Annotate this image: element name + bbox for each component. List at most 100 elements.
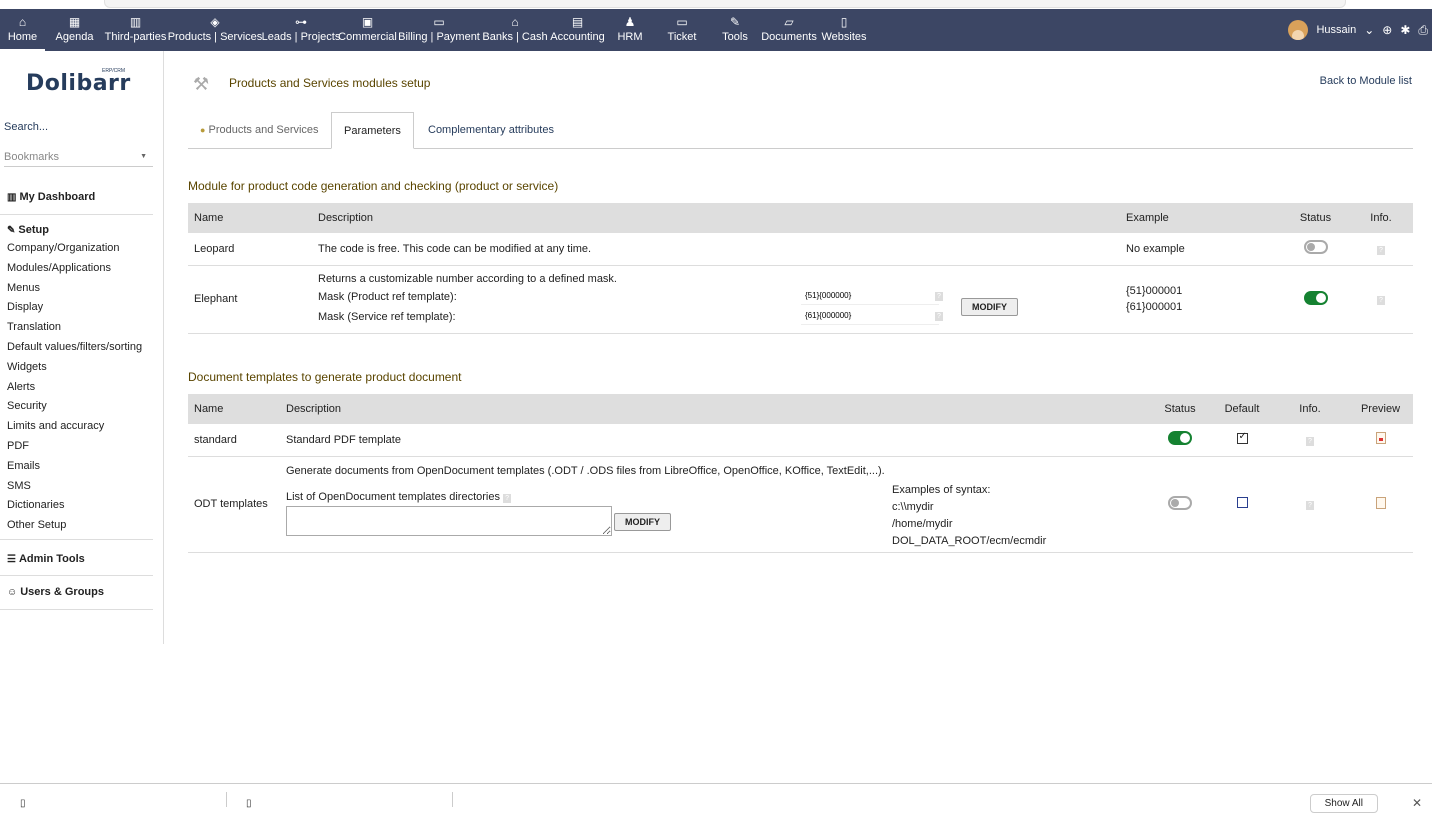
money-check-icon: ▤ xyxy=(571,15,584,29)
info-icon[interactable]: ? xyxy=(1377,296,1385,305)
row-name: ODT templates xyxy=(188,456,280,553)
print-icon[interactable]: ⎙ xyxy=(1418,23,1428,38)
my-dashboard-link[interactable]: ▥ My Dashboard xyxy=(0,191,153,203)
help-icon[interactable]: ? xyxy=(935,311,943,321)
row-description-cell: Returns a customizable number according … xyxy=(312,265,1120,334)
sidebar-item-pdf[interactable]: PDF xyxy=(0,437,153,457)
sidebar-item-emails[interactable]: Emails xyxy=(0,457,153,477)
nav-item-leads-projects[interactable]: ⊶ Leads | Projects xyxy=(262,9,341,51)
chevron-down-icon[interactable]: ⌄ xyxy=(1364,23,1374,37)
table-row: Elephant Returns a customizable number a… xyxy=(188,265,1413,334)
avatar[interactable] xyxy=(1288,20,1309,40)
nav-item-hrm[interactable]: ♟ HRM xyxy=(607,9,653,51)
bookmarks-select[interactable]: Bookmarks ▼ xyxy=(4,151,153,167)
nav-item-ticket[interactable]: ▭ Ticket xyxy=(653,9,711,51)
odt-directories-textarea[interactable] xyxy=(286,505,612,536)
users-groups-label: Users & Groups xyxy=(20,586,104,598)
row-description: Returns a customizable number according … xyxy=(318,272,617,285)
sidebar-item-security[interactable]: Security xyxy=(0,397,153,417)
nav-item-accounting[interactable]: ▤ Accounting xyxy=(548,9,607,51)
row-name: Leopard xyxy=(188,233,312,266)
setup-label: Setup xyxy=(18,224,49,236)
mask-service-label: Mask (Service ref template): xyxy=(318,310,456,323)
modify-odt-button[interactable]: MODIFY xyxy=(614,512,671,531)
tab-complementary-attributes[interactable]: Complementary attributes xyxy=(416,112,566,148)
back-to-module-list-link[interactable]: Back to Module list xyxy=(1320,75,1412,87)
status-toggle[interactable] xyxy=(1303,240,1328,255)
odt-preview-icon[interactable] xyxy=(1375,496,1386,509)
syntax-line: DOL_DATA_ROOT/ecm/ecmdir xyxy=(892,534,1047,547)
username[interactable]: Hussain xyxy=(1316,24,1356,36)
help-icon[interactable]: ? xyxy=(935,291,943,301)
download-item[interactable]: ▯ xyxy=(20,798,26,809)
info-icon[interactable]: ? xyxy=(1377,245,1385,255)
help-icon[interactable]: ? xyxy=(503,493,512,503)
pdf-preview-icon[interactable] xyxy=(1375,432,1386,445)
sidebar-item-default-values-filters-sorting[interactable]: Default values/filters/sorting xyxy=(0,338,153,358)
row-description-cell: Generate documents from OpenDocument tem… xyxy=(280,456,1148,553)
col-example: Example xyxy=(1120,203,1282,233)
download-bar: ▯ ▯ Show All ✕ xyxy=(0,783,1432,813)
bug-icon[interactable]: ✱ xyxy=(1400,23,1410,37)
default-checkbox[interactable] xyxy=(1236,431,1248,444)
nav-item-label: Home xyxy=(7,31,38,43)
sidebar-item-translation[interactable]: Translation xyxy=(0,318,153,338)
status-toggle[interactable] xyxy=(1168,495,1192,510)
info-cell: ? xyxy=(1272,424,1348,457)
sidebar-item-menus[interactable]: Menus xyxy=(0,279,153,299)
sidebar-item-sms[interactable]: SMS xyxy=(0,477,153,497)
globe-icon[interactable]: ⊕ xyxy=(1382,23,1392,37)
status-toggle[interactable] xyxy=(1303,290,1328,305)
mask-product-input[interactable] xyxy=(801,287,939,305)
info-icon[interactable]: ? xyxy=(1306,436,1314,446)
sidebar-item-modules-applications[interactable]: Modules/Applications xyxy=(0,259,153,279)
col-default: Default xyxy=(1212,394,1272,424)
admin-tools-link[interactable]: ☰ Admin Tools xyxy=(0,553,153,565)
info-cell: ? xyxy=(1349,233,1413,266)
nav-item-commercial[interactable]: ▣ Commercial xyxy=(338,9,397,51)
close-icon[interactable]: ✕ xyxy=(1412,796,1422,810)
sidebar-item-other-setup[interactable]: Other Setup xyxy=(0,516,153,536)
nav-item-agenda[interactable]: ▦ Agenda xyxy=(45,9,104,51)
sidebar-item-dictionaries[interactable]: Dictionaries xyxy=(0,496,153,516)
sidebar-item-widgets[interactable]: Widgets xyxy=(0,358,153,378)
status-cell xyxy=(1282,233,1349,266)
page-title: Products and Services modules setup xyxy=(229,76,431,90)
download-item[interactable]: ▯ xyxy=(246,798,252,809)
col-status: Status xyxy=(1282,203,1349,233)
tab-bar: ● Products and Services Parameters Compl… xyxy=(188,112,1413,149)
nav-item-tools[interactable]: ✎ Tools xyxy=(711,9,759,51)
nav-item-products-services[interactable]: ◈ Products | Services xyxy=(167,9,263,51)
nav-item-label: HRM xyxy=(617,31,643,43)
setup-link[interactable]: ✎ Setup xyxy=(0,224,153,236)
sidebar-item-display[interactable]: Display xyxy=(0,298,153,318)
nav-item-banks-cash[interactable]: ⌂ Banks | Cash xyxy=(482,9,548,51)
bookmarks-label: Bookmarks xyxy=(4,151,60,163)
table-row: standard Standard PDF template ? xyxy=(188,424,1413,457)
mask-service-input[interactable] xyxy=(801,307,939,325)
search-link[interactable]: Search... xyxy=(4,121,48,133)
dolibarr-logo[interactable]: Dolibarr xyxy=(26,71,131,96)
col-info: Info. xyxy=(1272,394,1348,424)
nav-item-websites[interactable]: ▯ Websites xyxy=(819,9,869,51)
sidebar-item-limits-and-accuracy[interactable]: Limits and accuracy xyxy=(0,417,153,437)
status-toggle[interactable] xyxy=(1168,431,1192,446)
syntax-line: /home/mydir xyxy=(892,517,953,530)
nav-item-documents[interactable]: ▱ Documents xyxy=(759,9,819,51)
default-checkbox[interactable] xyxy=(1236,497,1248,508)
tab-products-and-services[interactable]: ● Products and Services xyxy=(188,112,331,148)
bank-icon: ⌂ xyxy=(511,15,519,29)
document-templates-table: Name Description Status Default Info. Pr… xyxy=(188,394,1413,553)
tab-parameters[interactable]: Parameters xyxy=(331,112,414,149)
nav-item-third-parties[interactable]: ▥ Third-parties xyxy=(104,9,167,51)
col-status: Status xyxy=(1148,394,1212,424)
info-icon[interactable]: ? xyxy=(1306,501,1314,510)
nav-item-billing-payment[interactable]: ▭ Billing | Payment xyxy=(396,9,482,51)
sidebar-item-alerts[interactable]: Alerts xyxy=(0,378,153,398)
modify-mask-button[interactable]: MODIFY xyxy=(961,297,1018,316)
col-info: Info. xyxy=(1349,203,1413,233)
show-all-button[interactable]: Show All xyxy=(1309,794,1378,813)
users-groups-link[interactable]: ☺ Users & Groups xyxy=(0,586,153,598)
nav-item-home[interactable]: ⌂ Home xyxy=(0,9,45,51)
sidebar-item-company-organization[interactable]: Company/Organization xyxy=(0,239,153,259)
